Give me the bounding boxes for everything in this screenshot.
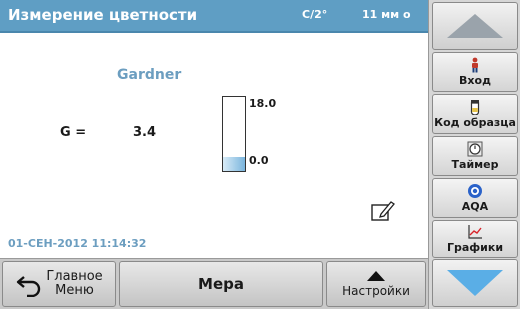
triangle-up-icon: [367, 270, 385, 281]
measurement-panel: Gardner G = 3.4 18.0 0.0 01-СЕН-2012 11:…: [0, 33, 428, 258]
settings-label: Настройки: [342, 283, 410, 298]
graphs-label: Графики: [446, 241, 504, 254]
timer-button[interactable]: Таймер: [432, 136, 518, 176]
main-menu-button[interactable]: Главное Меню: [2, 261, 116, 307]
measure-button[interactable]: Мера: [119, 261, 323, 307]
user-icon: [472, 57, 478, 73]
gauge-min-label: 0.0: [249, 154, 269, 167]
timer-label: Таймер: [451, 158, 499, 171]
graphs-button[interactable]: Графики: [432, 220, 518, 258]
settings-button[interactable]: Настройки: [326, 261, 426, 307]
observer-mode: C/2°: [302, 8, 328, 21]
color-scale-gauge: [222, 96, 246, 172]
main-menu-label-2: Меню: [55, 283, 94, 298]
title-bar: Измерение цветности C/2° 11 мм о: [0, 0, 428, 33]
scroll-up-button[interactable]: [432, 2, 518, 50]
result-value: 3.4: [133, 125, 157, 140]
aqa-icon: [468, 184, 482, 198]
login-button[interactable]: Вход: [432, 52, 518, 92]
gauge-fill: [223, 156, 245, 171]
measure-label: Мера: [198, 275, 244, 293]
screen-title: Измерение цветности: [8, 6, 198, 24]
aqa-label: AQA: [461, 200, 489, 213]
login-label: Вход: [459, 74, 491, 87]
bottom-toolbar: Главное Меню Мера Настройки: [0, 258, 428, 309]
gauge-max-label: 18.0: [249, 97, 277, 110]
result-label: G =: [60, 125, 87, 140]
sample-id-label: Код образца: [434, 116, 516, 129]
sample-vial-icon: [470, 100, 480, 115]
scroll-down-button[interactable]: [432, 259, 518, 307]
edit-note-icon[interactable]: [371, 200, 395, 222]
cell-size: 11 мм о: [362, 8, 411, 21]
graph-icon: [468, 225, 482, 239]
main-menu-label-1: Главное: [46, 269, 103, 284]
method-name: Gardner: [117, 67, 182, 83]
timestamp: 01-СЕН-2012 11:14:32: [8, 237, 147, 250]
sample-id-button[interactable]: Код образца: [432, 94, 518, 134]
arrow-up-icon: [447, 14, 503, 38]
timer-icon: [467, 141, 483, 157]
right-sidebar: Вход Код образца Таймер AQA Графики: [428, 0, 520, 309]
aqa-button[interactable]: AQA: [432, 178, 518, 218]
arrow-down-icon: [447, 270, 503, 296]
back-arrow-icon: [17, 276, 41, 297]
